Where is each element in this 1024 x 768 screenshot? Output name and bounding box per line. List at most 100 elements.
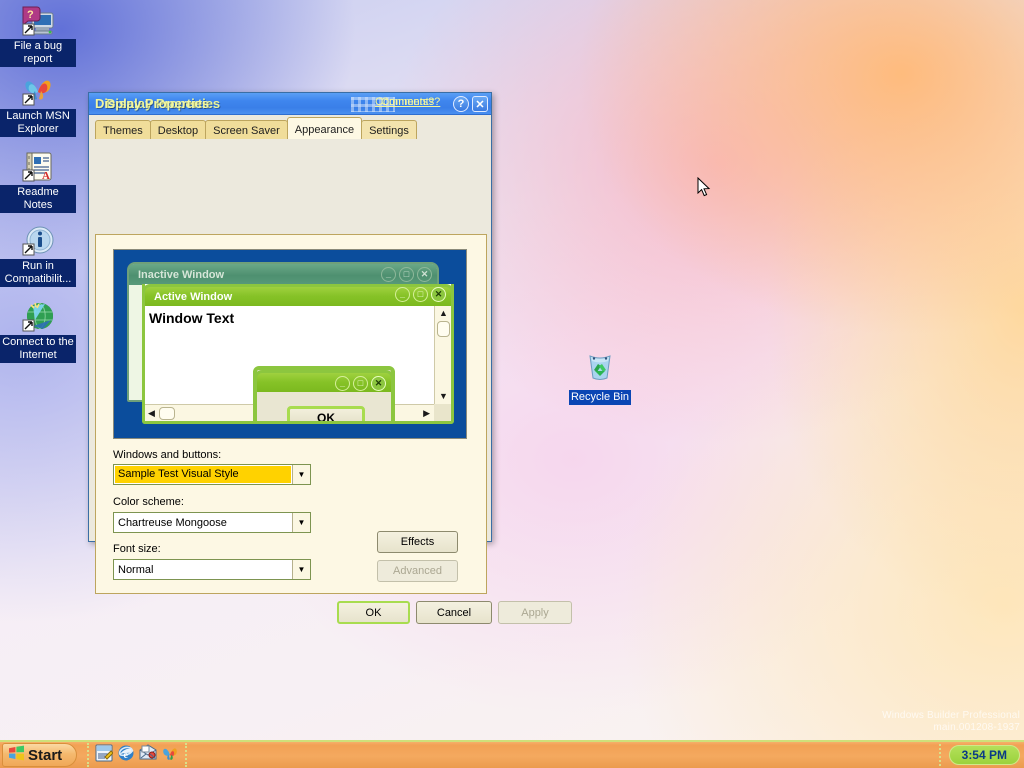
close-icon: ✕ (371, 376, 386, 391)
minimize-icon: _ (381, 267, 396, 282)
build-watermark: Windows Builder Professional main.001208… (882, 710, 1020, 734)
tab-appearance[interactable]: Appearance (286, 117, 363, 139)
watermark-line-2: main.001208-1937 (933, 722, 1020, 733)
tab-settings[interactable]: Settings (361, 120, 417, 139)
preview-active-window-body: Window Text ▲ ▼ ◀ ▶ _ □ ✕ OK (145, 306, 451, 421)
maximize-icon: □ (413, 287, 428, 302)
show-desktop-icon[interactable] (95, 744, 114, 767)
color-scheme-value: Chartreuse Mongoose (118, 516, 227, 529)
apply-button: Apply (498, 601, 572, 624)
appearance-preview[interactable]: Inactive Window _ □ ✕ Active Window _ □ … (113, 249, 467, 439)
desktop-icon-launch-msn-explorer[interactable]: Launch MSN Explorer (0, 72, 76, 137)
dialog-title-text: Display Properties (95, 95, 210, 111)
color-scheme-dropdown[interactable]: Chartreuse Mongoose ▼ (113, 512, 311, 533)
desktop-icon-file-a-bug-report[interactable]: ? File a bug report (0, 2, 76, 67)
start-button-label: Start (28, 746, 63, 764)
svg-text:e: e (124, 750, 129, 761)
dialog-title: Display Properties Display Properties (95, 96, 305, 112)
preview-active-titlebar: Active Window _ □ ✕ (142, 284, 454, 306)
tab-themes[interactable]: Themes (95, 120, 151, 139)
desktop-icon-label: Run in Compatibilit... (0, 259, 76, 287)
minimize-icon: _ (395, 287, 410, 302)
vertical-scroll-thumb (437, 321, 450, 337)
preview-inactive-window-controls: _ □ ✕ (381, 267, 432, 282)
ok-button[interactable]: OK (337, 601, 410, 624)
close-icon: ✕ (431, 287, 446, 302)
quick-launch-bar[interactable]: e (87, 743, 188, 767)
desktop-icon-label: Readme Notes (0, 185, 76, 213)
mouse-cursor (697, 176, 711, 203)
chevron-down-icon[interactable]: ▼ (292, 465, 310, 484)
outlook-express-icon[interactable] (139, 743, 157, 767)
desktop-icon-label: Connect to the Internet (0, 335, 76, 363)
svg-text:?: ? (27, 9, 34, 21)
preview-window-text: Window Text (149, 310, 235, 326)
effects-button[interactable]: Effects (377, 531, 458, 553)
tab-strip[interactable]: Themes Desktop Screen Saver Appearance S… (95, 117, 491, 139)
system-tray[interactable]: 3:54 PM (938, 744, 1020, 766)
comments-link[interactable]: Comments? Comments? (375, 96, 449, 112)
font-size-value: Normal (118, 563, 154, 576)
chevron-down-icon[interactable]: ▼ (292, 513, 310, 532)
windows-and-buttons-value: Sample Test Visual Style (115, 466, 291, 483)
scrollbar-corner (434, 404, 451, 421)
globe-icon (0, 298, 76, 334)
windows-and-buttons-dropdown[interactable]: Sample Test Visual Style ▼ (113, 464, 311, 485)
taskbar-clock[interactable]: 3:54 PM (948, 745, 1020, 765)
advanced-button: Advanced (377, 560, 458, 582)
internet-explorer-icon[interactable]: e (117, 744, 135, 767)
scroll-right-icon: ▶ (423, 408, 430, 418)
msn-butterfly-icon (0, 72, 76, 108)
color-scheme-label: Color scheme: (113, 496, 184, 508)
close-icon: ✕ (417, 267, 432, 282)
desktop-icon-recycle-bin[interactable]: Recycle Bin (562, 350, 638, 405)
tab-screen-saver[interactable]: Screen Saver (205, 120, 288, 139)
desktop-icon-label: Recycle Bin (568, 390, 632, 405)
preview-active-title-text: Active Window (154, 290, 233, 303)
cancel-button[interactable]: Cancel (416, 601, 492, 624)
scroll-up-icon: ▲ (439, 308, 448, 318)
font-size-dropdown[interactable]: Normal ▼ (113, 559, 311, 580)
preview-vertical-scrollbar: ▲ ▼ (434, 306, 451, 404)
bug-report-icon: ? (0, 2, 76, 38)
windows-flag-icon (8, 745, 25, 765)
desktop-icon-run-in-compatibility[interactable]: Run in Compatibilit... (0, 222, 76, 287)
preview-active-window-controls: _ □ ✕ (395, 287, 446, 302)
notepad-icon: A (0, 148, 76, 184)
display-properties-dialog[interactable]: Display Properties Display Properties Co… (88, 92, 572, 624)
preview-ok-button: OK (287, 406, 365, 421)
maximize-icon: □ (399, 267, 414, 282)
taskbar[interactable]: Start e 3:54 PM (0, 740, 1024, 768)
preview-message-box-titlebar: _ □ ✕ (254, 370, 394, 392)
dialog-titlebar[interactable]: Display Properties Display Properties Co… (89, 93, 491, 115)
desktop-icon-label: File a bug report (0, 39, 76, 67)
desktop-icon-label: Launch MSN Explorer (0, 109, 76, 137)
chevron-down-icon[interactable]: ▼ (292, 560, 310, 579)
info-icon (0, 222, 76, 258)
windows-and-buttons-label: Windows and buttons: (113, 449, 222, 461)
appearance-tab-panel: Inactive Window _ □ ✕ Active Window _ □ … (95, 234, 487, 594)
preview-inactive-titlebar: Inactive Window _ □ ✕ (129, 264, 437, 285)
minimize-icon: _ (335, 376, 350, 391)
recycle-bin-icon (562, 350, 638, 386)
tab-desktop[interactable]: Desktop (149, 120, 207, 139)
comments-link-text: Comments? (375, 96, 435, 108)
maximize-icon: □ (353, 376, 368, 391)
desktop-icon-connect-to-the-internet[interactable]: Connect to the Internet (0, 298, 76, 363)
preview-message-box: _ □ ✕ OK (253, 366, 395, 421)
scroll-down-icon: ▼ (439, 391, 448, 401)
desktop-icon-readme-notes[interactable]: A Readme Notes (0, 148, 76, 213)
help-icon[interactable]: ? (453, 96, 469, 112)
scroll-left-icon: ◀ (148, 408, 155, 418)
desktop[interactable]: Windows Builder Professional main.001208… (0, 0, 1024, 740)
msn-butterfly-icon[interactable] (161, 744, 179, 767)
close-icon[interactable]: ✕ (472, 96, 488, 112)
font-size-label: Font size: (113, 543, 161, 555)
preview-message-box-controls: _ □ ✕ (335, 376, 386, 391)
start-button[interactable]: Start (2, 743, 78, 767)
svg-text:A: A (42, 170, 50, 182)
preview-inactive-title-text: Inactive Window (138, 268, 225, 281)
preview-active-window: Active Window _ □ ✕ Window Text ▲ ▼ ◀ ▶ … (142, 284, 454, 424)
horizontal-scroll-thumb (159, 407, 175, 420)
watermark-line-1: Windows Builder Professional (882, 710, 1020, 721)
